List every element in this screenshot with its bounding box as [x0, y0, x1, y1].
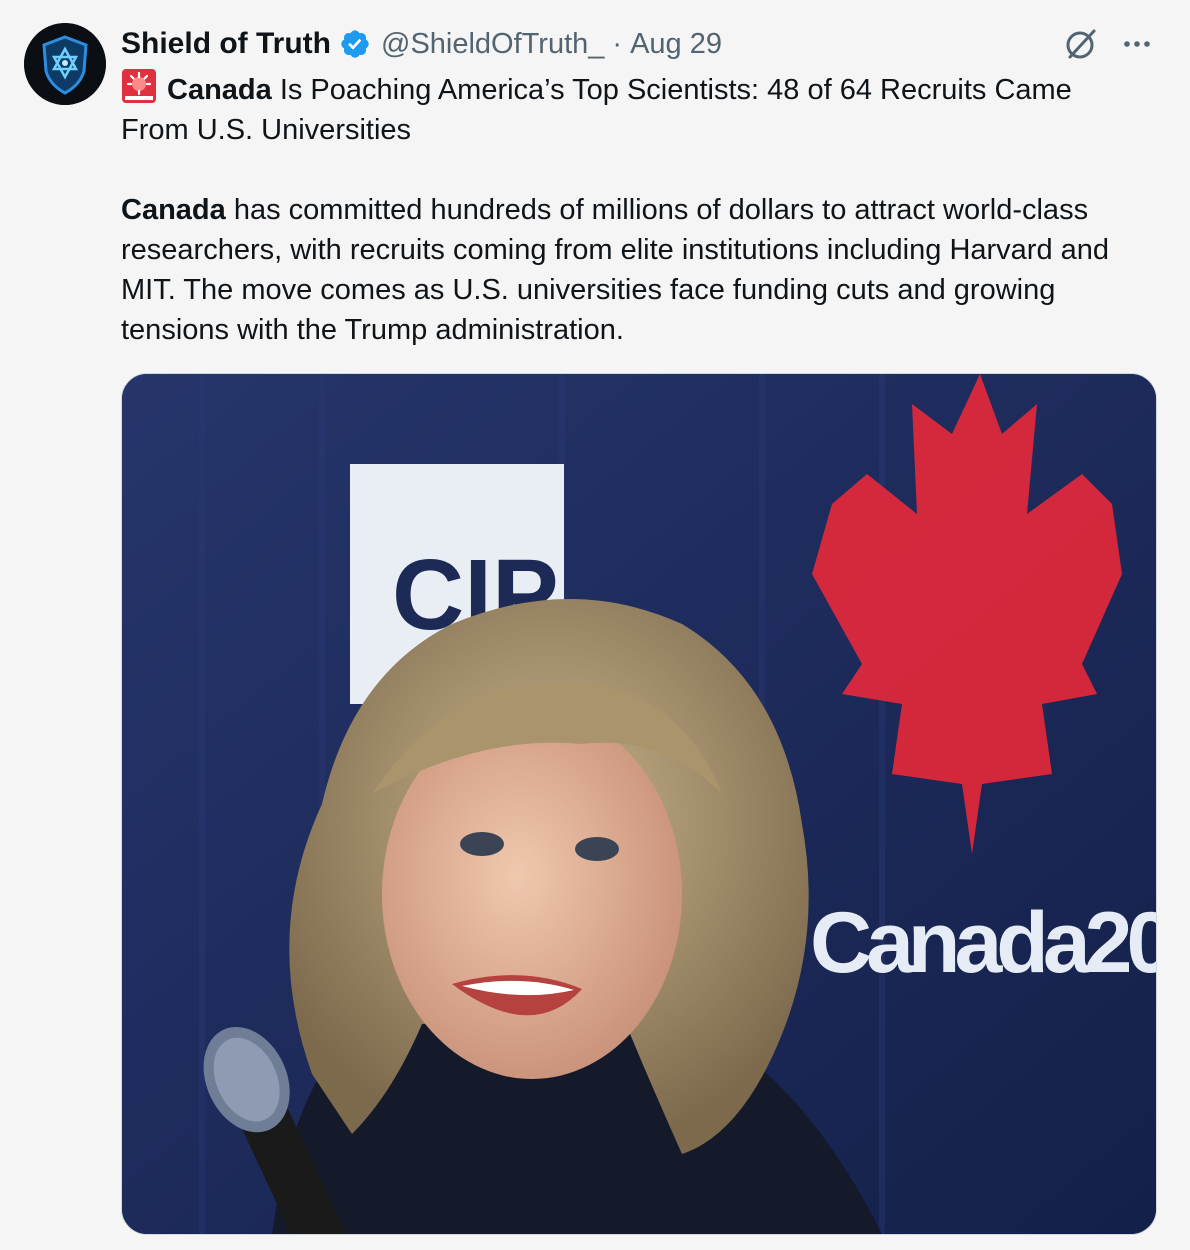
timestamp[interactable]: Aug 29 — [630, 24, 722, 64]
tweet-media-image[interactable]: CIP Canada2020 — [121, 373, 1157, 1235]
tweet-content: Shield of Truth @ShieldOfTruth_ · Aug 29 — [121, 24, 1157, 350]
police-siren-emoji-icon — [121, 68, 157, 104]
display-name[interactable]: Shield of Truth — [121, 24, 331, 64]
tweet-text: Canada Is Poaching America’s Top Scienti… — [121, 68, 1141, 350]
backdrop-text: Canada2020 — [810, 895, 1156, 991]
tweet-headline: Canada Is Poaching America’s Top Scienti… — [121, 68, 1141, 150]
handle[interactable]: @ShieldOfTruth_ — [381, 24, 604, 64]
body-text: has committed hundreds of millions of do… — [121, 194, 1110, 346]
tweet-body: Canada has committed hundreds of million… — [121, 190, 1141, 350]
tweet-header: Shield of Truth @ShieldOfTruth_ · Aug 29 — [121, 24, 1157, 64]
tweet[interactable]: Shield of Truth @ShieldOfTruth_ · Aug 29 — [0, 0, 1190, 1250]
more-options-icon[interactable] — [1121, 28, 1153, 60]
headline-bold: Canada — [167, 74, 272, 106]
header-actions — [1063, 24, 1157, 64]
avatar[interactable] — [24, 23, 106, 105]
verified-badge-icon — [339, 28, 371, 60]
grok-icon[interactable] — [1063, 26, 1099, 62]
body-bold: Canada — [121, 194, 226, 226]
photo-illustration: CIP Canada2020 — [122, 374, 1156, 1234]
star-of-david-shield-icon — [24, 23, 106, 105]
separator-dot: · — [612, 28, 623, 60]
